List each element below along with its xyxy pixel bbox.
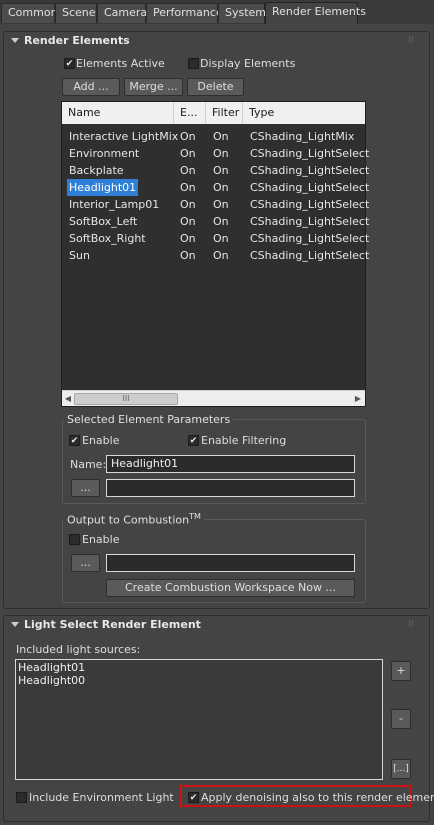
table-row[interactable]: Backplate On On CShading_LightSelect [62, 162, 369, 179]
elements-active-checkbox[interactable]: ✔ [64, 58, 75, 69]
row-name: Environment [69, 147, 140, 160]
scroll-right-arrow-icon[interactable]: ▶ [352, 392, 364, 406]
row-enabled: On [180, 130, 196, 143]
list-item[interactable]: Headlight01 [18, 661, 85, 674]
combustion-enable-label: Enable [82, 533, 120, 546]
render-elements-title[interactable]: Render Elements [24, 34, 130, 47]
row-enabled: On [180, 215, 196, 228]
column-header-type[interactable]: Type [243, 102, 365, 124]
row-filter: On [213, 164, 229, 177]
row-name: SoftBox_Left [69, 215, 138, 228]
rollout-grip-icon[interactable]: ⁞⁞ [408, 619, 414, 629]
tab-scene[interactable]: Scene [55, 3, 97, 23]
row-name: SoftBox_Right [69, 232, 146, 245]
enable-label: Enable [82, 434, 120, 447]
rollout-grip-icon[interactable]: ⁞⁞ [408, 35, 414, 45]
enable-filtering-label: Enable Filtering [201, 434, 287, 447]
light-select-title[interactable]: Light Select Render Element [24, 618, 201, 631]
browse-output-button[interactable]: ... [71, 479, 100, 497]
selected-params-title: Selected Element Parameters [64, 413, 234, 426]
table-row[interactable]: Sun On On CShading_LightSelect [62, 247, 369, 264]
display-elements-checkbox[interactable] [188, 58, 199, 69]
collapse-triangle-icon[interactable] [11, 38, 19, 43]
combustion-enable-checkbox[interactable] [69, 534, 80, 545]
row-filter: On [213, 130, 229, 143]
row-name: Headlight01 [67, 179, 139, 196]
scroll-grip-icon: III [122, 394, 130, 403]
name-label: Name: [70, 458, 107, 471]
row-name: Backplate [69, 164, 124, 177]
row-name: Sun [69, 249, 90, 262]
row-enabled: On [180, 181, 196, 194]
row-filter: On [213, 215, 229, 228]
row-type: CShading_LightSelect [250, 164, 370, 177]
row-enabled: On [180, 164, 196, 177]
table-row[interactable]: Environment On On CShading_LightSelect [62, 145, 369, 162]
elements-active-label: Elements Active [76, 57, 165, 70]
column-header-enabled[interactable]: E... [174, 102, 206, 124]
element-name-input[interactable]: Headlight01 [106, 455, 355, 473]
row-type: CShading_LightSelect [250, 232, 370, 245]
light-sources-list[interactable]: Headlight01 Headlight00 [15, 659, 383, 780]
row-name: Interior_Lamp01 [69, 198, 160, 211]
combustion-title: Output to CombustionTM [64, 512, 204, 527]
row-type: CShading_LightSelect [250, 198, 370, 211]
horizontal-scrollbar[interactable]: ◀ III ▶ [62, 390, 365, 406]
enable-checkbox[interactable]: ✔ [69, 435, 80, 446]
table-row[interactable]: Interactive LightMix On On CShading_Ligh… [62, 128, 354, 145]
combustion-title-text: Output to Combustion [67, 513, 190, 527]
render-elements-list[interactable]: Name E... Filter Type Interactive LightM… [61, 101, 369, 407]
tab-render-elements[interactable]: Render Elements [265, 2, 366, 24]
row-enabled: On [180, 147, 196, 160]
row-enabled: On [180, 249, 196, 262]
remove-light-button[interactable]: - [391, 709, 411, 729]
row-type: CShading_LightSelect [250, 147, 370, 160]
row-enabled: On [180, 198, 196, 211]
tab-common[interactable]: Common [1, 3, 58, 23]
create-combustion-workspace-button[interactable]: Create Combustion Workspace Now ... [106, 579, 355, 597]
scroll-thumb[interactable]: III [74, 393, 178, 405]
table-row[interactable]: Interior_Lamp01 On On CShading_LightSele… [62, 196, 369, 213]
scroll-left-arrow-icon[interactable]: ◀ [62, 392, 74, 406]
row-type: CShading_LightMix [250, 130, 355, 143]
apply-denoising-label: Apply denoising also to this render elem… [201, 791, 434, 804]
include-environment-checkbox[interactable] [16, 792, 27, 803]
enable-filtering-checkbox[interactable]: ✔ [188, 435, 199, 446]
column-header-name[interactable]: Name [62, 102, 174, 124]
tab-performance[interactable]: Performance [146, 3, 223, 23]
display-elements-label: Display Elements [200, 57, 296, 70]
browse-lights-button[interactable]: [...] [391, 759, 411, 779]
combustion-path-input[interactable] [106, 554, 355, 572]
row-type: CShading_LightSelect [250, 249, 370, 262]
tab-system[interactable]: System [218, 3, 266, 23]
row-filter: On [213, 181, 229, 194]
row-enabled: On [180, 232, 196, 245]
table-row[interactable]: SoftBox_Left On On CShading_LightSelect [62, 213, 369, 230]
list-item[interactable]: Headlight00 [18, 674, 85, 687]
apply-denoising-checkbox[interactable]: ✔ [188, 792, 199, 803]
row-filter: On [213, 232, 229, 245]
trademark-sup: TM [189, 512, 201, 521]
delete-element-button[interactable]: Delete [187, 78, 244, 96]
add-element-button[interactable]: Add ... [62, 78, 120, 96]
row-filter: On [213, 147, 229, 160]
table-row-selected[interactable]: Headlight01 On On CShading_LightSelect [62, 179, 369, 196]
merge-element-button[interactable]: Merge ... [124, 78, 183, 96]
tab-bar: Common Scene Camera Performance System R… [0, 0, 434, 24]
add-light-button[interactable]: + [391, 661, 411, 681]
collapse-triangle-icon[interactable] [11, 622, 19, 627]
column-header-filter[interactable]: Filter [206, 102, 243, 124]
output-path-input[interactable] [106, 479, 355, 497]
row-filter: On [213, 198, 229, 211]
row-type: CShading_LightSelect [250, 215, 370, 228]
table-row[interactable]: SoftBox_Right On On CShading_LightSelect [62, 230, 369, 247]
row-filter: On [213, 249, 229, 262]
combustion-browse-button[interactable]: ... [71, 554, 100, 572]
row-type: CShading_LightSelect [250, 181, 370, 194]
include-environment-label: Include Environment Light [29, 791, 174, 804]
included-light-sources-label: Included light sources: [16, 643, 141, 656]
row-name: Interactive LightMix [69, 130, 179, 143]
tab-camera[interactable]: Camera [97, 3, 147, 23]
